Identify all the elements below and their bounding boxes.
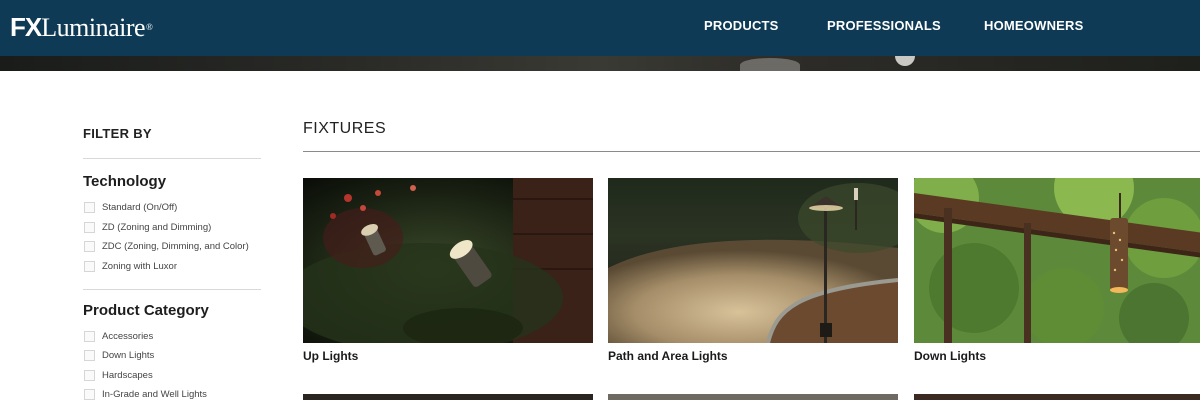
nav-products[interactable]: PRODUCTS bbox=[704, 18, 779, 33]
category-card-path-area-lights[interactable]: Path and Area Lights bbox=[608, 178, 898, 363]
nav-homeowners[interactable]: HOMEOWNERS bbox=[984, 18, 1084, 33]
checkbox[interactable] bbox=[84, 260, 95, 272]
nav-professionals[interactable]: PROFESSIONALS bbox=[827, 18, 941, 33]
checkbox[interactable] bbox=[84, 221, 95, 233]
filter-option-down-lights[interactable]: Down Lights bbox=[84, 348, 154, 362]
fx-luminaire-logo[interactable]: FXLuminaire® bbox=[10, 12, 153, 43]
divider bbox=[83, 289, 261, 290]
hero-banner-image bbox=[0, 56, 1200, 71]
category-card-down-lights[interactable]: Down Lights bbox=[914, 178, 1200, 363]
top-navbar: FXLuminaire® PRODUCTS PROFESSIONALS HOME… bbox=[0, 0, 1200, 56]
filter-group-technology-title: Technology bbox=[83, 173, 167, 190]
filter-option-accessories[interactable]: Accessories bbox=[84, 329, 153, 343]
filter-option-zoning-luxor[interactable]: Zoning with Luxor bbox=[84, 259, 177, 273]
category-card-image-partial[interactable] bbox=[303, 394, 593, 400]
down-lights-image[interactable] bbox=[914, 178, 1200, 343]
checkbox[interactable] bbox=[84, 349, 95, 361]
filter-option-hardscapes[interactable]: Hardscapes bbox=[84, 368, 153, 382]
card-label[interactable]: Up Lights bbox=[303, 349, 593, 363]
checkbox[interactable] bbox=[84, 369, 95, 381]
checkbox[interactable] bbox=[84, 388, 95, 400]
category-card-image-partial[interactable] bbox=[914, 394, 1200, 400]
fixtures-heading: FIXTURES bbox=[303, 120, 387, 137]
divider bbox=[303, 151, 1200, 152]
divider bbox=[83, 158, 261, 159]
category-card-up-lights[interactable]: Up Lights bbox=[303, 178, 593, 363]
filter-group-product-category-title: Product Category bbox=[83, 302, 209, 319]
filter-by-heading: FILTER BY bbox=[83, 126, 152, 141]
card-label[interactable]: Down Lights bbox=[914, 349, 1200, 363]
path-area-lights-image[interactable] bbox=[608, 178, 898, 343]
filter-option-standard[interactable]: Standard (On/Off) bbox=[84, 200, 177, 214]
card-label[interactable]: Path and Area Lights bbox=[608, 349, 898, 363]
category-card-image-partial[interactable] bbox=[608, 394, 898, 400]
filter-option-zd[interactable]: ZD (Zoning and Dimming) bbox=[84, 220, 211, 234]
checkbox[interactable] bbox=[84, 201, 95, 213]
filter-option-zdc[interactable]: ZDC (Zoning, Dimming, and Color) bbox=[84, 239, 249, 253]
up-lights-image[interactable] bbox=[303, 178, 593, 343]
checkbox[interactable] bbox=[84, 330, 95, 342]
checkbox[interactable] bbox=[84, 240, 95, 252]
filter-option-in-grade-well[interactable]: In-Grade and Well Lights bbox=[84, 387, 207, 401]
